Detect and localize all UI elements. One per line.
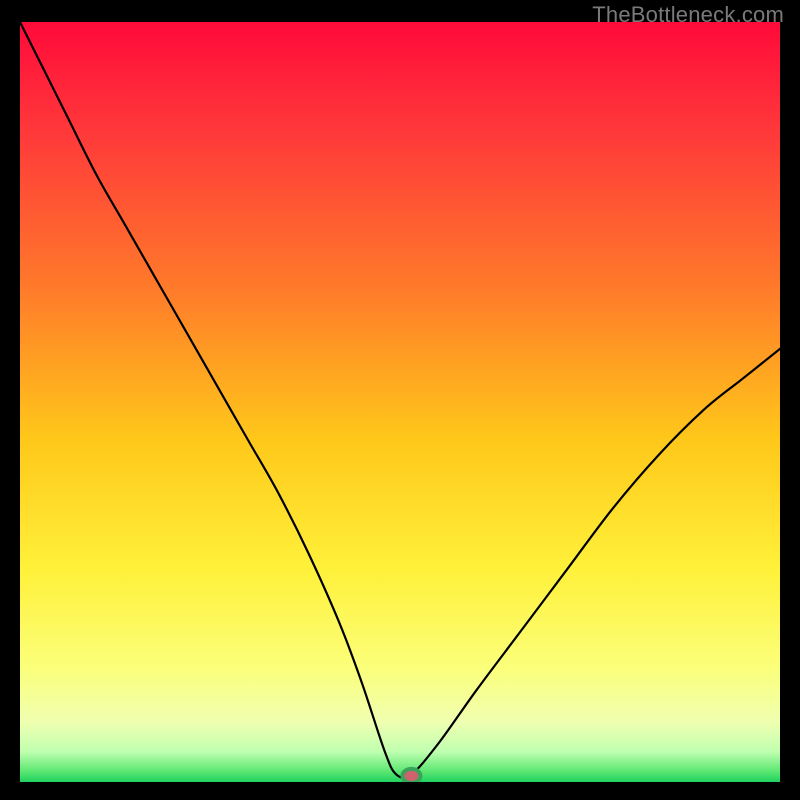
gradient-background [20,22,780,782]
minimum-marker [402,769,420,782]
chart-svg [20,22,780,782]
chart-frame: TheBottleneck.com [0,0,800,800]
